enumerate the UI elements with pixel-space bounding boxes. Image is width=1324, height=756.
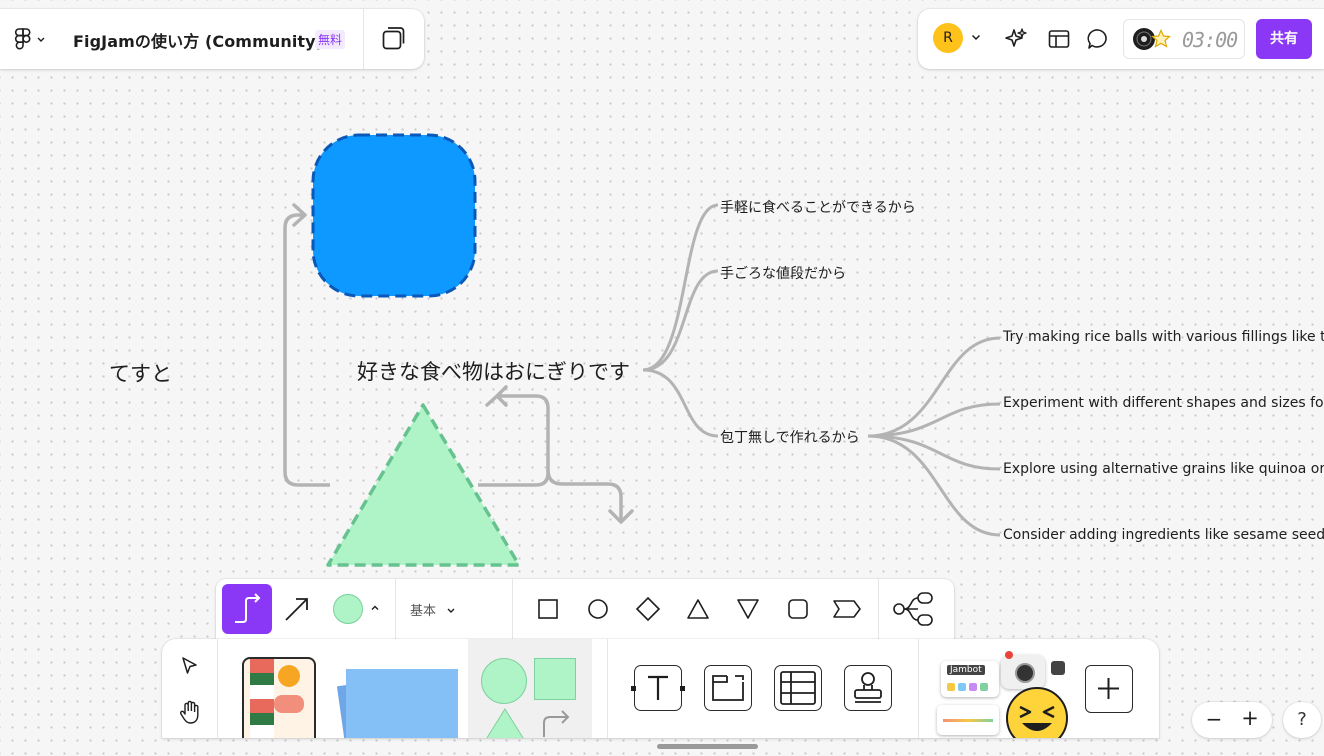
stamp-tool[interactable] <box>844 665 892 711</box>
widget-slider-line <box>943 719 993 722</box>
widget-dot <box>947 683 955 691</box>
zoom-out-button[interactable]: − <box>1202 707 1226 731</box>
ai-sparkle-icon[interactable] <box>1004 27 1028 51</box>
file-title[interactable]: FigJamの使い方 (Community) <box>73 28 323 52</box>
mindmap-branch[interactable]: 手軽に食べることができるから <box>720 197 916 217</box>
add-more-button[interactable] <box>1085 665 1133 713</box>
text-icon <box>648 675 668 700</box>
diamond-shape-icon[interactable] <box>635 596 661 622</box>
chevron-down-icon[interactable] <box>970 31 982 43</box>
plan-badge[interactable]: 無料 <box>315 30 346 49</box>
stamp-icon <box>854 672 882 703</box>
chevron-tag-shape-icon[interactable] <box>832 597 862 621</box>
zoom-controls: − + <box>1192 702 1272 738</box>
mindmap-branches <box>642 203 1001 537</box>
mindmap-branch[interactable]: 手ごろな値段だから <box>720 263 846 283</box>
text-tool[interactable] <box>634 665 682 711</box>
rounded-square-shape[interactable] <box>311 133 477 298</box>
template-thumbnail[interactable] <box>242 657 316 738</box>
divider <box>395 579 396 641</box>
thumb-pattern <box>250 659 274 738</box>
share-button[interactable]: 共有 <box>1256 19 1312 59</box>
plus-icon <box>1098 678 1119 699</box>
divider <box>918 639 919 738</box>
connector-preview-icon <box>543 710 570 737</box>
connector-loop[interactable] <box>478 394 550 487</box>
chevron-up-icon[interactable] <box>370 603 380 613</box>
elbow-connector-button[interactable] <box>222 584 272 634</box>
timer-widget[interactable]: 03:00 <box>1123 19 1245 59</box>
table-icon <box>780 671 816 705</box>
shape-circle-preview <box>481 658 527 704</box>
widget-dot <box>969 683 977 691</box>
timer-display[interactable]: 03:00 <box>1182 28 1238 52</box>
triangle-shape-icon[interactable] <box>686 597 710 621</box>
thumb-pattern <box>274 695 304 713</box>
camera-sticker <box>1001 651 1045 689</box>
mindmap-sub-branch[interactable]: Consider adding ingredients like sesame … <box>1003 527 1324 543</box>
rounded-square-icon[interactable] <box>786 597 810 621</box>
chevron-down-icon <box>37 37 45 42</box>
layout-template-icon[interactable] <box>1047 27 1071 51</box>
mindmap-sub-branch[interactable]: Experiment with different shapes and siz… <box>1003 395 1324 411</box>
widget-card: Jambot <box>941 661 999 697</box>
comment-icon[interactable] <box>1086 27 1110 51</box>
shapes-tool[interactable] <box>468 639 592 738</box>
text-tool-handle <box>680 686 685 691</box>
zoom-in-button[interactable]: + <box>1238 706 1262 730</box>
divider <box>363 9 364 69</box>
file-panel: FigJamの使い方 (Community) 無料 <box>0 9 424 69</box>
mindmap-sub-branch[interactable]: Explore using alternative grains like qu… <box>1003 461 1324 477</box>
divider <box>878 579 879 641</box>
widget-card <box>937 705 999 735</box>
avatar[interactable]: R <box>933 23 963 53</box>
circle-shape-icon[interactable] <box>586 597 610 621</box>
mindmap-icon[interactable] <box>892 592 936 626</box>
horizontal-scrollbar[interactable] <box>657 744 758 749</box>
main-toolbar: Jambot <box>162 639 1159 738</box>
camera-light <box>1005 651 1013 659</box>
laughing-emoji-icon <box>1006 687 1068 738</box>
style-dropdown[interactable]: 基本 <box>410 600 456 619</box>
figma-logo-icon <box>14 28 31 50</box>
select-cursor-icon[interactable] <box>179 655 201 677</box>
top-right-panel: R 03:00 共有 <box>918 9 1324 69</box>
sticky-note-front <box>346 669 458 738</box>
style-label: 基本 <box>410 604 437 619</box>
help-button[interactable]: ? <box>1283 702 1321 738</box>
chevron-down-icon <box>447 608 455 613</box>
straight-arrow-icon[interactable] <box>282 594 312 624</box>
widgets-tool[interactable]: Jambot <box>937 651 1072 738</box>
section-tool[interactable] <box>704 665 752 711</box>
mindmap-central-topic[interactable]: 好きな食べ物はおにぎりです <box>357 356 630 386</box>
text-tool-handle <box>631 686 636 691</box>
camera-lens <box>1015 663 1035 683</box>
section-icon <box>712 675 744 701</box>
mindmap-branch[interactable]: 包丁無しで作れるから <box>720 427 860 447</box>
inverted-triangle-icon[interactable] <box>736 597 760 621</box>
elbow-connector-icon <box>235 593 261 623</box>
table-tool[interactable] <box>774 665 822 711</box>
star-icon <box>1151 29 1171 48</box>
widget-card-title: Jambot <box>947 665 985 675</box>
square-shape-icon[interactable] <box>536 597 560 621</box>
divider <box>217 639 218 738</box>
shape-triangle-preview <box>486 708 524 738</box>
free-text[interactable]: てすと <box>109 358 172 388</box>
sticky-note-tool[interactable] <box>334 669 458 738</box>
widget-dot <box>980 683 988 691</box>
connector-options-bar: 基本 <box>216 579 954 641</box>
thumb-pattern <box>278 665 300 687</box>
color-swatch[interactable] <box>333 594 363 624</box>
pages-icon[interactable] <box>381 25 407 51</box>
divider <box>607 639 608 738</box>
camera-icon-small <box>1051 661 1065 675</box>
main-menu-button[interactable] <box>14 25 58 53</box>
shape-square-preview <box>534 658 576 700</box>
divider <box>512 579 513 641</box>
widget-dot <box>958 683 966 691</box>
hand-tool-icon[interactable] <box>177 699 203 725</box>
mindmap-sub-branch[interactable]: Try making rice balls with various filli… <box>1003 329 1324 345</box>
